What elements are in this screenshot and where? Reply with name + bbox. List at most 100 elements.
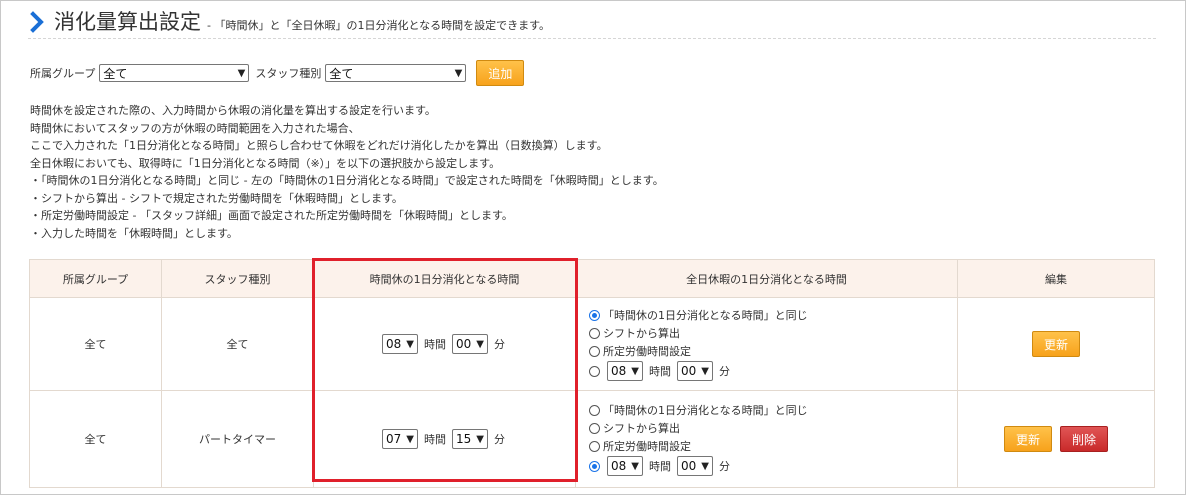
description: 時間休を設定された際の、入力時間から休暇の消化量を算出する設定を行います。 時間…	[30, 102, 664, 242]
add-button[interactable]: 追加	[476, 60, 525, 86]
minute-value: 00	[681, 459, 697, 473]
column-header-edit: 編集	[957, 259, 1155, 298]
cell-hourly-time: 07 ▼ 時間 15 ▼ 分	[313, 390, 576, 488]
radio-button[interactable]	[589, 422, 600, 434]
page-subtitle: - 「時間休」と「全日休暇」の1日分消化となる時間を設定できます。	[207, 19, 551, 32]
hour-select[interactable]: 08 ▼	[607, 456, 643, 476]
table-header-row: 所属グループ スタッフ種別 時間休の1日分消化となる時間 全日休暇の1日分消化と…	[29, 259, 1155, 298]
header-divider	[28, 38, 1156, 39]
chevron-down-icon: ▼	[701, 460, 709, 472]
option-from-shift[interactable]: シフトから算出	[589, 324, 956, 342]
column-header-staff: スタッフ種別	[161, 259, 314, 298]
radio-button[interactable]	[589, 365, 600, 377]
minute-value: 00	[456, 337, 472, 351]
description-line: 全日休暇においても、取得時に「1日分消化となる時間（※）」を以下の選択肢から設定…	[30, 156, 501, 170]
hour-unit-label: 時間	[424, 433, 446, 446]
option-label: 「時間休の1日分消化となる時間」と同じ	[603, 404, 808, 417]
cell-staff: 全て	[161, 297, 314, 391]
minute-select[interactable]: 00 ▼	[677, 456, 713, 476]
radio-button[interactable]	[589, 345, 600, 357]
option-label: シフトから算出	[603, 422, 680, 435]
hour-select[interactable]: 08 ▼	[607, 361, 643, 381]
cell-staff: パートタイマー	[161, 390, 314, 488]
description-line: 時間休においてスタッフの方が休暇の時間範囲を入力された場合、	[30, 121, 360, 135]
option-label: シフトから算出	[603, 327, 680, 340]
table-row: 全て パートタイマー 07 ▼ 時間 15 ▼ 分 「時間休の1日分消化となる時…	[29, 390, 1155, 488]
chevron-down-icon: ▼	[631, 460, 639, 472]
minute-unit-label: 分	[494, 338, 505, 351]
column-header-fullday: 全日休暇の1日分消化となる時間	[575, 259, 958, 298]
settings-table: 所属グループ スタッフ種別 時間休の1日分消化となる時間 全日休暇の1日分消化と…	[29, 259, 1155, 488]
option-from-shift[interactable]: シフトから算出	[589, 419, 956, 437]
radio-button[interactable]	[589, 327, 600, 339]
minute-select[interactable]: 00 ▼	[452, 334, 488, 354]
option-label: 「時間休の1日分消化となる時間」と同じ	[603, 309, 808, 322]
option-label: 所定労働時間設定	[603, 440, 691, 453]
group-filter-select[interactable]: 全て ▼	[99, 64, 250, 82]
group-filter-label: 所属グループ	[30, 67, 96, 80]
option-prescribed-hours[interactable]: 所定労働時間設定	[589, 342, 956, 360]
page-title: 消化量算出設定	[54, 10, 201, 34]
delete-button[interactable]: 削除	[1060, 426, 1108, 452]
description-line: ・シフトから算出 - シフトで規定された労働時間を「休暇時間」とします。	[30, 191, 403, 205]
cell-fullday-options: 「時間休の1日分消化となる時間」と同じ シフトから算出 所定労働時間設定 08 …	[575, 390, 958, 488]
column-header-hourly: 時間休の1日分消化となる時間	[313, 259, 576, 298]
description-line: ここで入力された「1日分消化となる時間」と照らし合わせて休暇をどれだけ消化したか…	[30, 139, 608, 152]
description-line: ・「時間休の1日分消化となる時間」と同じ - 左の「時間休の1日分消化となる時間…	[30, 174, 664, 187]
hour-select[interactable]: 08 ▼	[382, 334, 418, 354]
minute-select[interactable]: 00 ▼	[677, 361, 713, 381]
hour-value: 08	[611, 364, 627, 378]
option-same-as-hourly[interactable]: 「時間休の1日分消化となる時間」と同じ	[589, 306, 956, 324]
cell-fullday-options: 「時間休の1日分消化となる時間」と同じ シフトから算出 所定労働時間設定 08 …	[575, 297, 958, 391]
minute-value: 00	[681, 364, 697, 378]
option-custom-time[interactable]: 08 ▼ 時間 00 ▼ 分	[589, 360, 956, 382]
radio-button[interactable]	[589, 404, 600, 416]
cell-hourly-time: 08 ▼ 時間 00 ▼ 分	[313, 297, 576, 391]
table-row: 全て 全て 08 ▼ 時間 00 ▼ 分 「時間休の1日分消化となる時間」と同じ…	[29, 297, 1155, 391]
chevron-down-icon: ▼	[631, 365, 639, 377]
hour-value: 07	[386, 432, 402, 446]
minute-unit-label: 分	[719, 365, 730, 378]
cell-group: 全て	[29, 390, 162, 488]
group-filter-value: 全て	[103, 66, 128, 81]
cell-edit: 更新 削除	[957, 390, 1155, 488]
staff-filter-value: 全て	[329, 66, 354, 81]
cell-group: 全て	[29, 297, 162, 391]
cell-edit: 更新	[957, 297, 1155, 391]
description-line: ・入力した時間を「休暇時間」とします。	[30, 226, 238, 240]
chevron-down-icon: ▼	[476, 338, 484, 350]
hour-unit-label: 時間	[424, 338, 446, 351]
page-header: 消化量算出設定 - 「時間休」と「全日休暇」の1日分消化となる時間を設定できます…	[30, 8, 550, 34]
hour-value: 08	[386, 337, 402, 351]
chevron-down-icon: ▼	[476, 433, 484, 445]
minute-value: 15	[456, 432, 472, 446]
update-button[interactable]: 更新	[1004, 426, 1052, 452]
chevron-down-icon: ▼	[406, 433, 414, 445]
hour-unit-label: 時間	[649, 460, 671, 473]
column-header-group: 所属グループ	[29, 259, 162, 298]
radio-button[interactable]	[589, 440, 600, 452]
option-prescribed-hours[interactable]: 所定労働時間設定	[589, 437, 956, 455]
chevron-down-icon: ▼	[237, 67, 246, 79]
radio-button[interactable]	[589, 309, 600, 321]
minute-select[interactable]: 15 ▼	[452, 429, 488, 449]
option-label: 所定労働時間設定	[603, 345, 691, 358]
radio-button[interactable]	[589, 460, 600, 472]
staff-filter-select[interactable]: 全て ▼	[325, 64, 467, 82]
description-line: ・所定労働時間設定 - 「スタッフ詳細」画面で設定された所定労働時間を「休暇時間…	[30, 209, 513, 222]
hour-select[interactable]: 07 ▼	[382, 429, 418, 449]
chevron-down-icon: ▼	[454, 67, 463, 79]
chevron-right-icon	[30, 11, 44, 33]
option-custom-time[interactable]: 08 ▼ 時間 00 ▼ 分	[589, 455, 956, 477]
option-same-as-hourly[interactable]: 「時間休の1日分消化となる時間」と同じ	[589, 401, 956, 419]
filter-bar: 所属グループ 全て ▼ スタッフ種別 全て ▼ 追加	[30, 60, 525, 86]
minute-unit-label: 分	[494, 433, 505, 446]
chevron-down-icon: ▼	[701, 365, 709, 377]
hour-unit-label: 時間	[649, 365, 671, 378]
hour-value: 08	[611, 459, 627, 473]
chevron-down-icon: ▼	[406, 338, 414, 350]
description-line: 時間休を設定された際の、入力時間から休暇の消化量を算出する設定を行います。	[30, 104, 436, 117]
update-button[interactable]: 更新	[1032, 331, 1080, 357]
staff-filter-label: スタッフ種別	[255, 67, 322, 80]
minute-unit-label: 分	[719, 460, 730, 473]
